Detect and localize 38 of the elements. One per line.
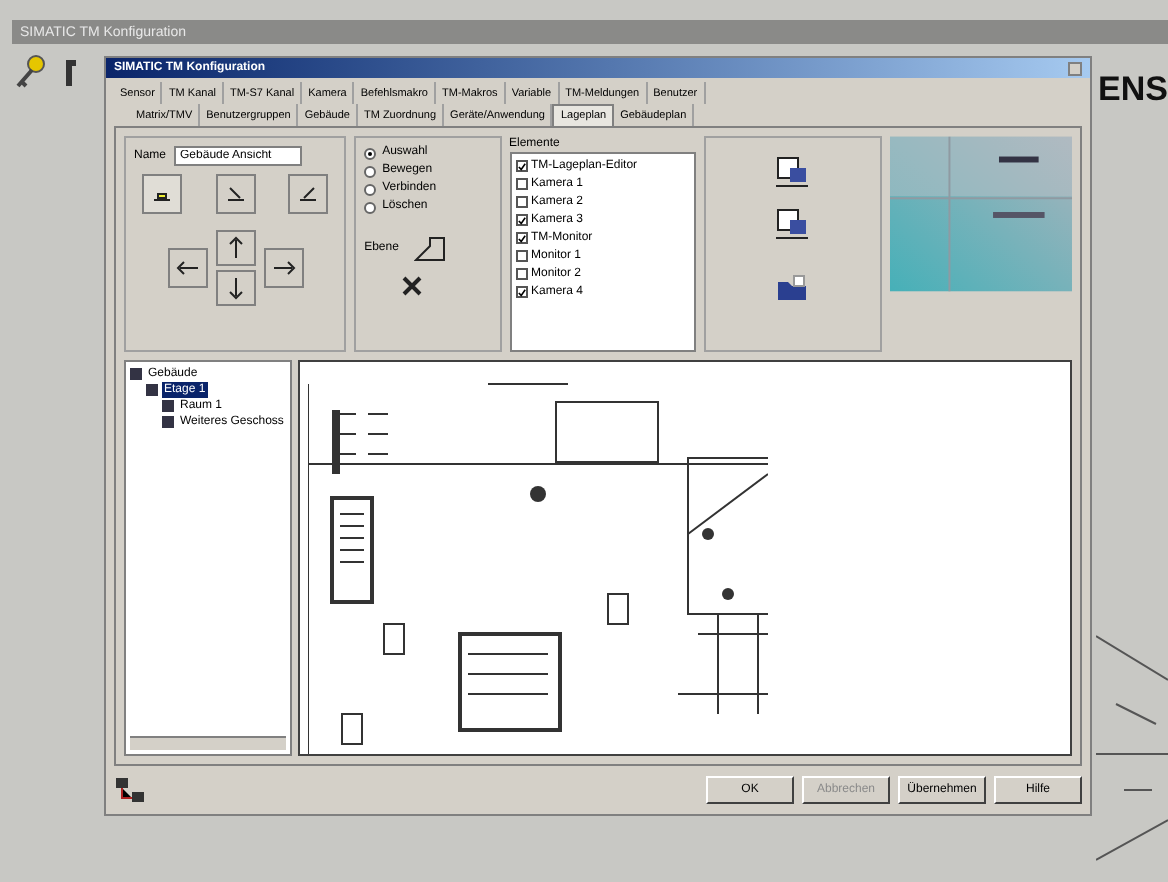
layer-stairs-icon[interactable] — [414, 234, 447, 262]
left-arrow-button[interactable] — [167, 248, 208, 288]
right-arrow-button[interactable] — [263, 248, 304, 288]
radio-button[interactable] — [364, 183, 377, 195]
checkbox[interactable] — [515, 268, 527, 280]
checkbox[interactable] — [515, 160, 527, 172]
checkbox[interactable] — [515, 286, 527, 298]
tree-node-icon — [130, 368, 142, 380]
align-bottom-button[interactable] — [288, 174, 329, 214]
checkbox[interactable] — [515, 178, 527, 190]
delete-icon[interactable] — [400, 274, 425, 298]
up-arrow-button[interactable] — [215, 230, 256, 266]
computer-icon[interactable] — [774, 206, 811, 242]
computer-icon[interactable] — [774, 154, 811, 190]
tree-node-icon — [162, 400, 174, 412]
up-arrow-icon — [227, 236, 244, 260]
diagonal-arrow-icon — [296, 182, 321, 206]
network-icon[interactable] — [114, 774, 146, 806]
down-arrow-icon — [227, 276, 244, 300]
horizontal-scrollbar[interactable] — [130, 736, 286, 750]
radio-button[interactable] — [364, 165, 377, 177]
diagonal-arrow-icon — [223, 182, 248, 206]
tree-node-icon — [146, 384, 158, 396]
checkbox[interactable] — [515, 196, 527, 208]
close-button[interactable] — [1068, 61, 1082, 75]
down-arrow-button[interactable] — [215, 270, 256, 306]
left-arrow-icon — [175, 260, 200, 276]
radio-button[interactable] — [364, 201, 377, 213]
checkbox[interactable] — [515, 250, 527, 262]
right-arrow-icon — [271, 260, 296, 276]
align-middle-button[interactable] — [215, 174, 256, 214]
logo: ENS — [1098, 72, 1168, 106]
checkbox[interactable] — [515, 232, 527, 244]
tree-node-icon — [162, 416, 174, 428]
folder-icon[interactable] — [776, 274, 809, 302]
align-top-button[interactable] — [142, 174, 182, 214]
radio-button[interactable] — [364, 147, 377, 159]
checkbox[interactable] — [515, 214, 527, 226]
